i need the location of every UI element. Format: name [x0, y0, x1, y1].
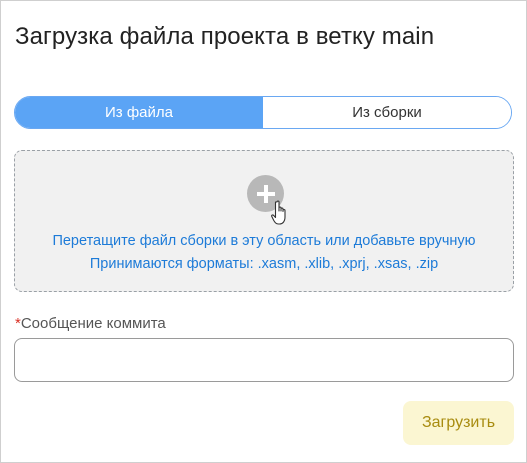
- upload-button[interactable]: Загрузить: [403, 401, 514, 445]
- commit-message-input[interactable]: [14, 338, 514, 382]
- dropzone-formats: Принимаются форматы: .xasm, .xlib, .xprj…: [89, 256, 439, 272]
- dialog-title: Загрузка файла проекта в ветку main: [15, 23, 435, 50]
- commit-message-label-text: Сообщение коммита: [20, 315, 166, 332]
- dropzone-hint: Перетащите файл сборки в эту область или…: [52, 233, 476, 249]
- source-tabs: Из файла Из сборки: [14, 96, 512, 129]
- tab-from-file[interactable]: Из файла: [15, 97, 263, 128]
- commit-message-label: *Сообщение коммита: [15, 315, 166, 332]
- upload-dialog: Загрузка файла проекта в ветку main Из ф…: [0, 0, 527, 463]
- tab-from-build[interactable]: Из сборки: [263, 97, 511, 128]
- file-dropzone[interactable]: Перетащите файл сборки в эту область или…: [14, 150, 514, 292]
- hand-pointer-icon: [271, 200, 286, 225]
